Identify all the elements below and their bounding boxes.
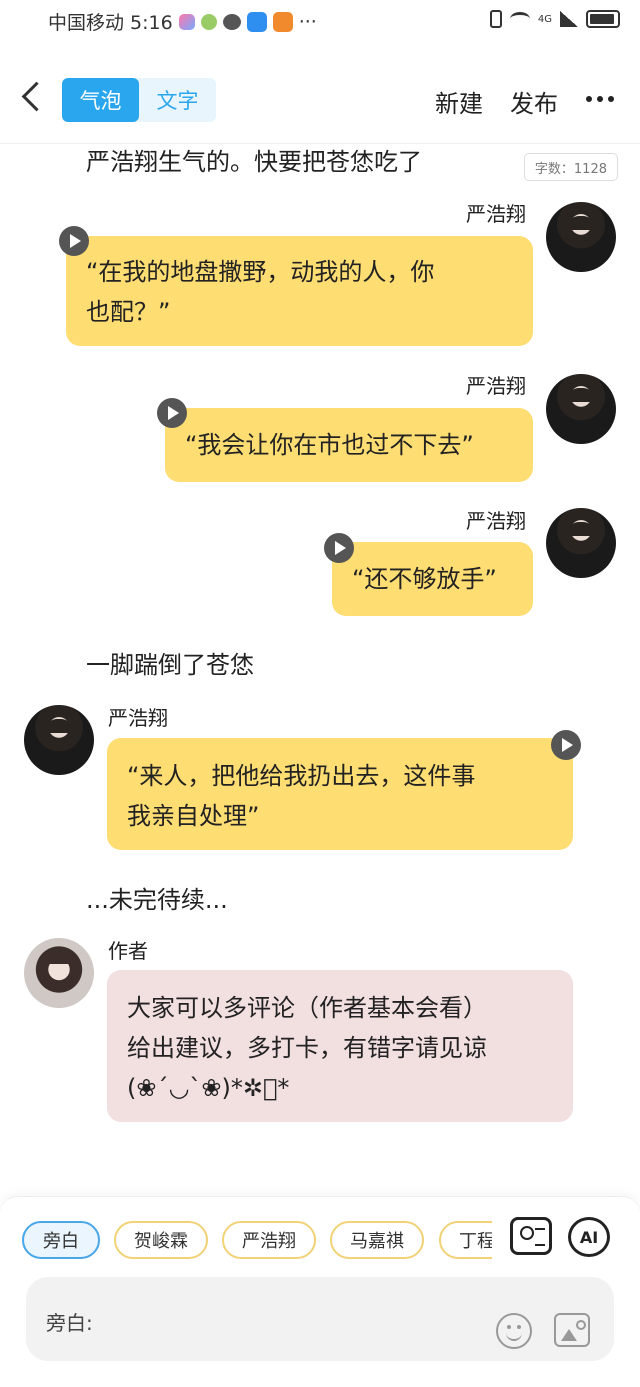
character-list-icon[interactable] <box>510 1217 552 1255</box>
message-line: (❀´◡`❀)*✲ﾟ* <box>127 1074 290 1102</box>
narration-text[interactable]: 严浩翔生气的。快要把苍恷吃了 <box>86 142 422 177</box>
message-line: “在我的地盘撒野，动我的人，你 <box>86 258 435 286</box>
video-app-icon <box>272 11 293 32</box>
play-voice-icon[interactable] <box>324 533 354 563</box>
status-bar: 中国移动 5:16 ··· 4G <box>0 0 640 44</box>
play-voice-icon[interactable] <box>59 226 89 256</box>
back-arrow-icon[interactable] <box>18 78 48 118</box>
role-chip[interactable]: 严浩翔 <box>222 1221 316 1259</box>
app-icon-2 <box>200 13 217 30</box>
weather-app-icon <box>246 11 267 32</box>
network-label: 4G <box>537 13 552 25</box>
message-line: 我亲自处理” <box>127 802 260 830</box>
role-chip[interactable]: 马嘉祺 <box>330 1221 424 1259</box>
message-bubble[interactable]: 大家可以多评论（作者基本会看） 给出建议，多打卡，有错字请见谅 (❀´◡`❀)*… <box>107 970 573 1122</box>
role-chip[interactable]: 贺峻霖 <box>114 1221 208 1259</box>
carrier-time: 中国移动 5:16 <box>48 12 173 34</box>
message-bubble[interactable]: “我会让你在市也过不下去” <box>165 408 533 482</box>
avatar[interactable] <box>546 374 616 444</box>
speaker-name: 作者 <box>108 939 148 963</box>
message-line: “还不够放手” <box>352 565 497 593</box>
app-icon-1 <box>178 13 195 30</box>
avatar[interactable] <box>546 508 616 578</box>
message-input[interactable]: 旁白: <box>26 1277 614 1361</box>
speaker-name: 严浩翔 <box>466 509 526 533</box>
message-line: 给出建议，多打卡，有错字请见谅 <box>127 1034 487 1062</box>
narration-text[interactable]: 一脚踹倒了苍恷 <box>86 645 254 680</box>
vibrate-icon <box>489 10 502 28</box>
narration-text[interactable]: ...未完待续... <box>86 880 228 915</box>
word-count-badge: 字数：1128 <box>523 153 618 181</box>
avatar[interactable] <box>24 705 94 775</box>
speaker-name: 严浩翔 <box>466 374 526 398</box>
input-role-label: 旁白: <box>46 1311 93 1335</box>
tab-bubble[interactable]: 气泡 <box>62 78 139 122</box>
battery-icon <box>586 10 620 28</box>
speaker-name: 严浩翔 <box>466 202 526 226</box>
more-notifications-icon: ··· <box>298 10 317 33</box>
wechat-icon <box>222 13 241 30</box>
author-avatar[interactable] <box>24 938 94 1008</box>
message-line: “我会让你在市也过不下去” <box>185 431 474 459</box>
emoji-icon[interactable] <box>496 1313 532 1349</box>
top-nav-bar: 气泡 文字 新建 发布 <box>0 56 640 144</box>
signal-icon <box>560 11 578 27</box>
wifi-icon <box>509 12 530 26</box>
play-voice-icon[interactable] <box>157 398 187 428</box>
message-line: 大家可以多评论（作者基本会看） <box>127 994 487 1022</box>
speaker-name: 严浩翔 <box>108 706 168 730</box>
message-bubble[interactable]: “在我的地盘撒野，动我的人，你 也配？” <box>66 236 533 346</box>
avatar[interactable] <box>546 202 616 272</box>
tab-text[interactable]: 文字 <box>139 78 216 122</box>
message-line: “来人，把他给我扔出去，这件事 <box>127 762 476 790</box>
mode-switch: 气泡 文字 <box>62 78 216 122</box>
composer-panel: 旁白 贺峻霖 严浩翔 马嘉祺 丁程鑫 AI 旁白: <box>0 1196 640 1387</box>
message-bubble[interactable]: “还不够放手” <box>332 542 533 616</box>
play-voice-icon[interactable] <box>551 730 581 760</box>
message-line: 也配？” <box>86 298 171 326</box>
message-bubble[interactable]: “来人，把他给我扔出去，这件事 我亲自处理” <box>107 738 573 850</box>
image-icon[interactable] <box>554 1313 590 1347</box>
publish-button[interactable]: 发布 <box>510 84 558 119</box>
role-chip-narrator[interactable]: 旁白 <box>22 1221 100 1259</box>
more-options-icon[interactable] <box>586 96 614 102</box>
ai-icon[interactable]: AI <box>568 1217 610 1257</box>
role-chip[interactable]: 丁程鑫 <box>439 1221 492 1259</box>
new-button[interactable]: 新建 <box>435 84 483 119</box>
